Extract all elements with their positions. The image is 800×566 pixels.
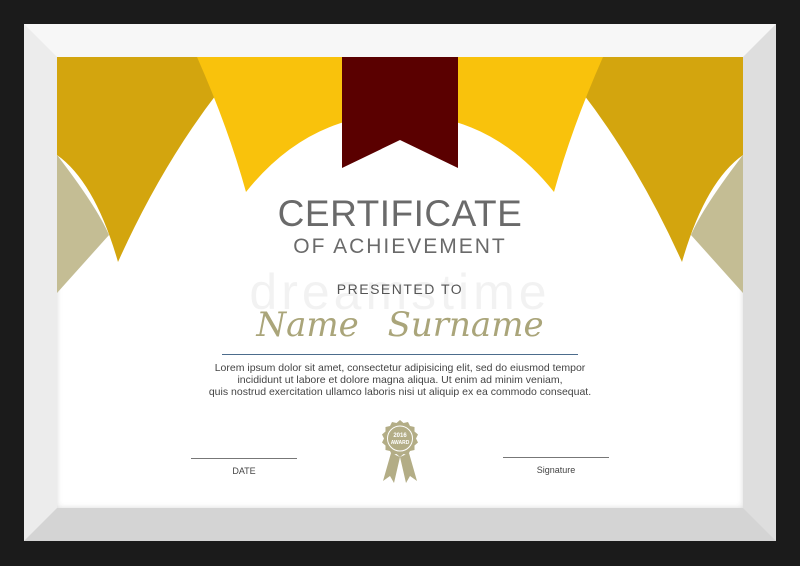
body-line: Lorem ipsum dolor sit amet, consectetur … — [214, 362, 586, 374]
certificate-title: CERTIFICATE — [277, 193, 523, 234]
signature-label: Signature — [536, 465, 576, 475]
certificate-frame: dreamstime CERTIFICATE OF ACHIEVEMENT PR… — [24, 24, 776, 541]
date-label: DATE — [232, 466, 256, 476]
award-seal-icon: 2016 AWARD — [382, 420, 418, 483]
signature-line — [503, 457, 609, 458]
certificate-body: Lorem ipsum dolor sit amet, consectetur … — [57, 362, 743, 398]
seal-year: 2016 — [393, 433, 407, 439]
body-line: incididunt ut labore et dolore magna ali… — [237, 374, 563, 386]
presented-to-label: PRESENTED TO — [336, 281, 464, 297]
certificate: dreamstime CERTIFICATE OF ACHIEVEMENT PR… — [57, 57, 743, 508]
name-underline — [222, 354, 578, 355]
certificate-subtitle: OF ACHIEVEMENT — [293, 235, 507, 258]
date-line — [191, 458, 297, 459]
seal-text: AWARD — [391, 440, 410, 446]
body-line: quis nostrud exercitation ullamco labori… — [208, 386, 592, 398]
ribbon — [342, 57, 458, 168]
recipient-name: Name Surname — [256, 305, 544, 345]
